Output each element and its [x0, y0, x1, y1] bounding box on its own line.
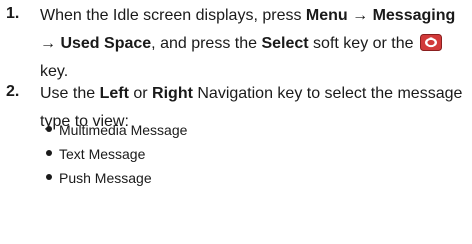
step-line: → Used Space, and press the Select soft …: [40, 30, 465, 58]
select-label: Select: [261, 35, 309, 52]
step-line: Use the Left or Right Navigation key to …: [40, 80, 465, 108]
right-label: Right: [152, 85, 193, 102]
menu-label: Menu: [305, 7, 348, 24]
list-item-label: Text Message: [59, 146, 146, 162]
text-run: soft key or the: [308, 35, 418, 52]
list-item: Text Message: [46, 142, 187, 166]
bullet-icon: [46, 126, 52, 132]
ok-key-icon: [420, 33, 442, 51]
list-item: Multimedia Message: [46, 118, 187, 142]
list-item: Push Message: [46, 166, 187, 190]
left-label: Left: [99, 85, 129, 102]
message-type-list: Multimedia Message Text Message Push Mes…: [46, 118, 187, 190]
messaging-label: Messaging: [372, 7, 456, 24]
list-item-label: Push Message: [59, 170, 152, 186]
text-run: , and press the: [151, 35, 262, 52]
bullet-icon: [46, 150, 52, 156]
text-run: Use the: [40, 85, 100, 102]
arrow-glyph: →: [347, 7, 373, 24]
step-number: 1.: [6, 5, 20, 22]
step-text: When the Idle screen displays, press Men…: [40, 2, 465, 86]
step-number: 2.: [6, 83, 20, 100]
arrow-glyph: →: [40, 35, 61, 52]
step-line: When the Idle screen displays, press Men…: [40, 2, 465, 30]
text-run: Navigation key to select the message: [192, 85, 463, 102]
text-run: When the Idle screen displays, press: [40, 7, 306, 24]
text-run: or: [128, 85, 153, 102]
used-space-label: Used Space: [60, 35, 152, 52]
list-item-label: Multimedia Message: [59, 122, 188, 138]
instruction-page: 1. When the Idle screen displays, press …: [0, 0, 472, 244]
bullet-icon: [46, 174, 52, 180]
